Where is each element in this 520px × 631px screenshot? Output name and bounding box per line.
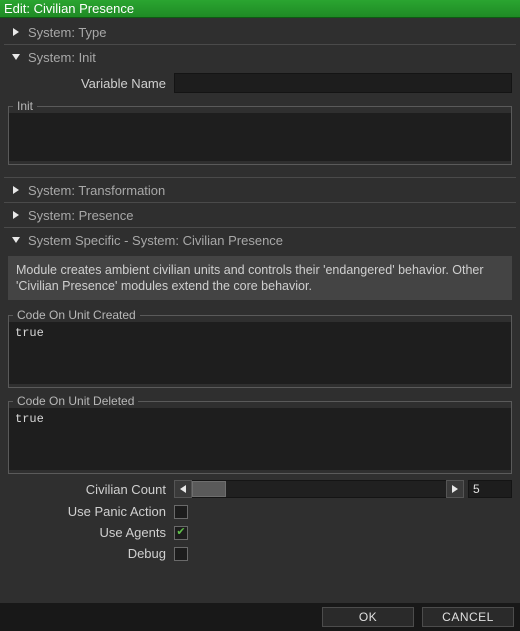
init-fieldset: Init: [8, 99, 512, 165]
category-system-specific: System Specific - System: Civilian Prese…: [4, 227, 516, 575]
category-label: System: Init: [28, 50, 96, 65]
window-title: Edit: Civilian Presence: [0, 0, 520, 18]
chevron-down-icon: [8, 53, 24, 61]
chevron-right-icon: [8, 185, 24, 195]
init-code-input[interactable]: [9, 113, 511, 161]
category-header-init[interactable]: System: Init: [4, 45, 516, 69]
civilian-count-value-input[interactable]: [468, 480, 512, 498]
use-agents-label: Use Agents: [8, 525, 174, 540]
category-header-type[interactable]: System: Type: [4, 20, 516, 44]
module-description: Module creates ambient civilian units an…: [8, 256, 512, 300]
init-legend: Init: [13, 99, 37, 113]
civilian-count-label: Civilian Count: [8, 482, 174, 497]
chevron-down-icon: [8, 236, 24, 244]
code-on-unit-deleted-input[interactable]: [9, 408, 511, 470]
category-system-type: System: Type: [4, 20, 516, 44]
category-header-transformation[interactable]: System: Transformation: [4, 178, 516, 202]
category-system-presence: System: Presence: [4, 202, 516, 227]
chevron-right-icon: [8, 210, 24, 220]
category-system-transformation: System: Transformation: [4, 177, 516, 202]
category-label: System: Type: [28, 25, 107, 40]
code-created-legend: Code On Unit Created: [13, 308, 140, 322]
code-deleted-legend: Code On Unit Deleted: [13, 394, 138, 408]
slider-decrease-button[interactable]: [174, 480, 192, 498]
code-created-fieldset: Code On Unit Created: [8, 308, 512, 388]
category-system-init: System: Init Variable Name Init: [4, 44, 516, 177]
footer: OK CANCEL: [0, 603, 520, 631]
ok-button[interactable]: OK: [322, 607, 414, 627]
category-header-presence[interactable]: System: Presence: [4, 203, 516, 227]
use-panic-label: Use Panic Action: [8, 504, 174, 519]
slider-thumb[interactable]: [192, 481, 226, 497]
civilian-count-slider[interactable]: [192, 480, 446, 498]
debug-checkbox[interactable]: [174, 547, 188, 561]
code-on-unit-created-input[interactable]: [9, 322, 511, 384]
code-deleted-fieldset: Code On Unit Deleted: [8, 394, 512, 474]
chevron-right-icon: [8, 27, 24, 37]
debug-label: Debug: [8, 546, 174, 561]
category-header-specific[interactable]: System Specific - System: Civilian Prese…: [4, 228, 516, 252]
cancel-button[interactable]: CANCEL: [422, 607, 514, 627]
use-agents-checkbox[interactable]: [174, 526, 188, 540]
category-label: System: Presence: [28, 208, 134, 223]
category-label: System: Transformation: [28, 183, 165, 198]
use-panic-checkbox[interactable]: [174, 505, 188, 519]
variable-name-input[interactable]: [174, 73, 512, 93]
category-label: System Specific - System: Civilian Prese…: [28, 233, 283, 248]
slider-increase-button[interactable]: [446, 480, 464, 498]
variable-name-label: Variable Name: [8, 76, 174, 91]
